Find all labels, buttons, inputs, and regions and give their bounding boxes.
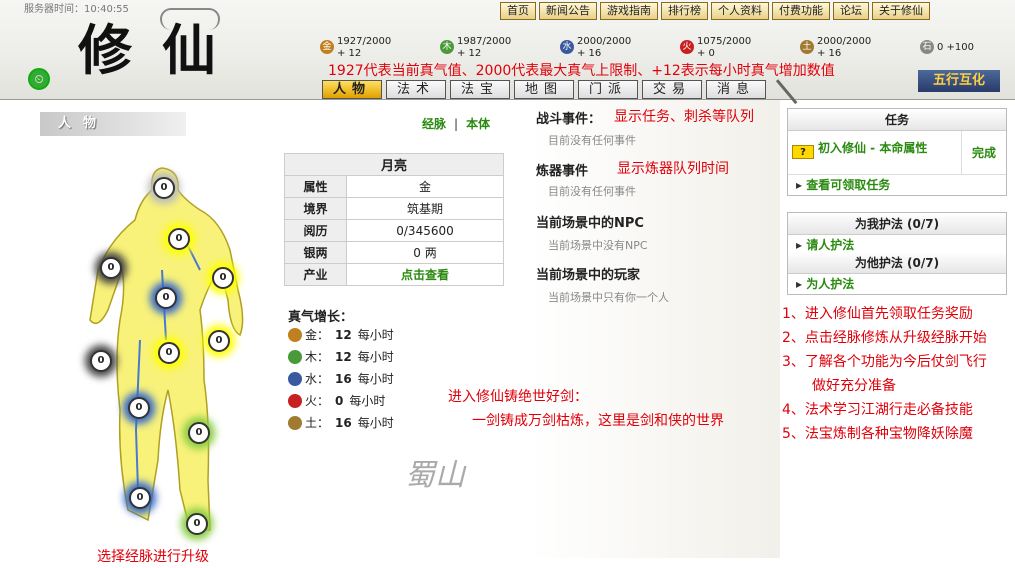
meridian-link[interactable]: 经脉 (422, 117, 446, 131)
fire-icon (288, 394, 302, 408)
view-tasks-link[interactable]: 查看可领取任务 (788, 175, 1006, 195)
nav-home[interactable]: 首页 (500, 2, 536, 20)
protect-other-panel: 为他护法 (0/7) 为人护法 (787, 252, 1007, 295)
task-complete-link[interactable]: 完成 (962, 131, 1006, 174)
stone-icon: 石 (920, 40, 934, 54)
metal-icon (288, 328, 302, 342)
tab-spells[interactable]: 法术 (386, 80, 446, 99)
growth-row: 水： 16 每小时 (288, 370, 448, 388)
meridian-node[interactable]: 0 (186, 513, 208, 535)
earth-icon: 土 (800, 40, 814, 54)
tab-map[interactable]: 地图 (514, 80, 574, 99)
meridian-node[interactable]: 0 (158, 342, 180, 364)
main-tabs: 人物 法术 法宝 地图 门派 交易 消息 (322, 80, 766, 99)
task-panel: 任务 ? 初入修仙 - 本命属性 完成 查看可领取任务 (787, 108, 1007, 196)
nav-about[interactable]: 关于修仙 (872, 2, 930, 20)
question-icon: ? (792, 145, 814, 159)
nav-profile[interactable]: 个人资料 (711, 2, 769, 20)
meridian-node[interactable]: 0 (188, 422, 210, 444)
meridian-node[interactable]: 0 (153, 177, 175, 199)
clock-icon[interactable]: ⏲ (28, 68, 50, 90)
protect-me-header: 为我护法 (0/7) (788, 213, 1006, 235)
nav-paid[interactable]: 付费功能 (772, 2, 830, 20)
players-text: 当前场景中只有你一个人 (548, 291, 669, 304)
tip-line: 5、法宝炼制各种宝物降妖除魔 (782, 426, 973, 442)
battle-annotation: 显示任务、刺杀等队列 (614, 109, 754, 125)
nav-forum[interactable]: 论坛 (833, 2, 869, 20)
wood-icon: 木 (440, 40, 454, 54)
property-link[interactable]: 点击查看 (346, 263, 504, 286)
section-title: 人物 (40, 112, 186, 136)
wood-icon (288, 350, 302, 364)
base-link[interactable]: 本体 (466, 117, 490, 131)
water-icon (288, 372, 302, 386)
tip-line: 2、点击经脉修炼从升级经脉开始 (782, 330, 987, 346)
water-icon: 水 (560, 40, 574, 54)
metal-icon: 金 (320, 40, 334, 54)
earth-icon (288, 416, 302, 430)
realm-value: 筑基期 (346, 197, 504, 220)
growth-row: 木： 12 每小时 (288, 348, 448, 366)
resource-annotation: 1927代表当前真气值、2000代表最大真气上限制、+12表示每小时真气增加数值 (328, 63, 835, 79)
meridian-node[interactable]: 0 (212, 267, 234, 289)
meridian-node[interactable]: 0 (208, 330, 230, 352)
meridian-node[interactable]: 0 (155, 287, 177, 309)
growth-row: 火： 0 每小时 (288, 392, 448, 410)
tab-treasures[interactable]: 法宝 (450, 80, 510, 99)
npc-text: 当前场景中没有NPC (548, 239, 648, 252)
growth-row: 金： 12 每小时 (288, 326, 448, 344)
npc-title: 当前场景中的NPC (536, 216, 644, 231)
character-name: 月亮 (284, 153, 504, 176)
tip-line: 做好充分准备 (812, 378, 896, 394)
tip-line: 1、进入修仙首先领取任务奖励 (782, 306, 973, 322)
protect-me-panel: 为我护法 (0/7) 请人护法 (787, 212, 1007, 256)
forge-events-text: 目前没有任何事件 (548, 185, 636, 198)
meridian-node[interactable]: 0 (168, 228, 190, 250)
experience-value: 0/345600 (346, 219, 504, 242)
meridian-node[interactable]: 0 (128, 397, 150, 419)
tip-line: 3、了解各个功能为今后仗剑飞行 (782, 354, 987, 370)
protect-other-header: 为他护法 (0/7) (788, 252, 1006, 274)
attribute-value: 金 (346, 175, 504, 198)
silver-value: 0 两 (346, 241, 504, 264)
tab-sect[interactable]: 门派 (578, 80, 638, 99)
growth-row: 土： 16 每小时 (288, 414, 448, 432)
forge-events-title: 炼器事件 (536, 164, 589, 179)
character-info-table: 月亮 属性金 境界 筑基期 阅历 0/345600 银两 0 两 产业 点击查看 (284, 153, 504, 286)
protect-others-link[interactable]: 为人护法 (788, 274, 1006, 294)
growth-title: 真气增长： (288, 310, 354, 325)
task-row: ? 初入修仙 - 本命属性 完成 (788, 131, 1006, 175)
players-title: 当前场景中的玩家 (536, 268, 641, 283)
tab-messages[interactable]: 消息 (706, 80, 766, 99)
promo-line-2: 一剑铸成万剑枯炼，这里是剑和侠的世界 (472, 413, 724, 429)
task-name[interactable]: 初入修仙 - 本命属性 (818, 131, 962, 174)
battle-events-text: 目前没有任何事件 (548, 134, 636, 147)
nav-rank[interactable]: 排行榜 (661, 2, 708, 20)
top-nav: 首页 新闻公告 游戏指南 排行榜 个人资料 付费功能 论坛 关于修仙 (500, 2, 930, 20)
tab-trade[interactable]: 交易 (642, 80, 702, 99)
task-header: 任务 (788, 109, 1006, 131)
view-links: 经脉 | 本体 (422, 117, 491, 131)
promo-line-1: 进入修仙铸绝世好剑： (448, 389, 588, 405)
battle-events-title: 战斗事件： (536, 112, 602, 127)
nav-news[interactable]: 新闻公告 (539, 2, 597, 20)
nav-guide[interactable]: 游戏指南 (600, 2, 658, 20)
tip-line: 4、法术学习江湖行走必备技能 (782, 402, 973, 418)
meridian-caption: 选择经脉进行升级 (97, 549, 209, 565)
forge-annotation: 显示炼器队列时间 (617, 161, 729, 177)
meridian-node[interactable]: 0 (100, 257, 122, 279)
meridian-node[interactable]: 0 (129, 487, 151, 509)
meridian-node[interactable]: 0 (90, 350, 112, 372)
tab-character[interactable]: 人物 (322, 80, 382, 99)
meridian-figure: 0 0 0 0 0 0 0 0 0 0 0 0 (80, 160, 280, 550)
game-logo: 修仙 (78, 18, 246, 82)
bamboo-watermark: 蜀山 (405, 458, 465, 493)
fire-icon: 火 (680, 40, 694, 54)
wuxing-button[interactable]: 五行互化 (918, 70, 1000, 92)
